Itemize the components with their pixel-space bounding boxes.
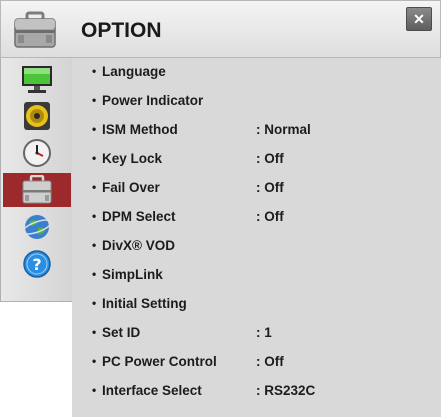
page-title: OPTION xyxy=(81,19,162,42)
bullet: • xyxy=(92,64,97,78)
menu-item-pc-power-control[interactable]: • PC Power Control : Off xyxy=(72,348,441,377)
globe-icon xyxy=(22,215,52,239)
menu-item-value: : Normal xyxy=(256,122,311,137)
bullet: • xyxy=(92,122,97,136)
menu-item-label: Key Lock xyxy=(102,151,163,166)
bullet: • xyxy=(92,209,97,223)
bullet: • xyxy=(92,238,97,252)
bullet: • xyxy=(92,325,97,339)
monitor-icon xyxy=(22,66,52,93)
menu-item-simplink[interactable]: • SimpLink xyxy=(72,261,441,290)
category-sidebar: ? xyxy=(0,58,72,302)
menu-item-label: ISM Method xyxy=(102,122,178,137)
close-button[interactable]: ✕ xyxy=(406,7,432,31)
menu-item-label: SimpLink xyxy=(102,267,163,282)
toolbox-icon xyxy=(22,175,52,204)
menu-item-value: : Off xyxy=(256,209,284,224)
menu-item-divx-vod[interactable]: • DivX® VOD xyxy=(72,232,441,261)
menu-item-key-lock[interactable]: • Key Lock : Off xyxy=(72,145,441,174)
bullet: • xyxy=(92,383,97,397)
bullet: • xyxy=(92,93,97,107)
sidebar-item-option[interactable] xyxy=(3,173,71,207)
menu-item-ism-method[interactable]: • ISM Method : Normal xyxy=(72,116,441,145)
toolbox-icon xyxy=(14,11,56,48)
help-icon: ? xyxy=(23,250,51,278)
menu-item-interface-select[interactable]: • Interface Select : RS232C xyxy=(72,377,441,406)
menu-item-label: Power Indicator xyxy=(102,93,204,108)
bullet: • xyxy=(92,296,97,310)
menu-header: OPTION ✕ xyxy=(0,0,441,58)
sidebar-item-support[interactable]: ? xyxy=(3,247,71,281)
bullet: • xyxy=(92,267,97,281)
menu-item-value: : Off xyxy=(256,151,284,166)
menu-item-value: : Off xyxy=(256,354,284,369)
menu-item-initial-setting[interactable]: • Initial Setting xyxy=(72,290,441,319)
clock-icon xyxy=(23,139,51,167)
menu-item-label: DivX® VOD xyxy=(102,238,175,253)
bullet: • xyxy=(92,151,97,165)
sidebar-item-audio[interactable] xyxy=(3,99,71,133)
menu-item-value: : Off xyxy=(256,180,284,195)
sidebar-item-time[interactable] xyxy=(3,136,71,170)
menu-item-label: Language xyxy=(102,64,166,79)
menu-item-label: PC Power Control xyxy=(102,354,217,369)
menu-item-value: : RS232C xyxy=(256,383,316,398)
bullet: • xyxy=(92,180,97,194)
menu-item-label: Initial Setting xyxy=(102,296,187,311)
menu-item-language[interactable]: • Language xyxy=(72,58,441,87)
menu-item-value: : 1 xyxy=(256,325,272,340)
menu-item-fail-over[interactable]: • Fail Over : Off xyxy=(72,174,441,203)
menu-item-set-id[interactable]: • Set ID : 1 xyxy=(72,319,441,348)
menu-item-dpm-select[interactable]: • DPM Select : Off xyxy=(72,203,441,232)
sidebar-item-network[interactable] xyxy=(3,210,71,244)
option-menu-window: OPTION ✕ ? • Language • Power Indicator … xyxy=(0,0,441,417)
menu-item-label: DPM Select xyxy=(102,209,176,224)
svg-text:?: ? xyxy=(32,255,41,274)
menu-item-label: Set ID xyxy=(102,325,141,340)
option-list: • Language • Power Indicator • ISM Metho… xyxy=(72,58,441,417)
sidebar-item-picture[interactable] xyxy=(3,62,71,96)
speaker-icon xyxy=(24,102,50,130)
menu-item-label: Interface Select xyxy=(102,383,202,398)
bullet: • xyxy=(92,354,97,368)
menu-item-power-indicator[interactable]: • Power Indicator xyxy=(72,87,441,116)
menu-item-label: Fail Over xyxy=(102,180,160,195)
